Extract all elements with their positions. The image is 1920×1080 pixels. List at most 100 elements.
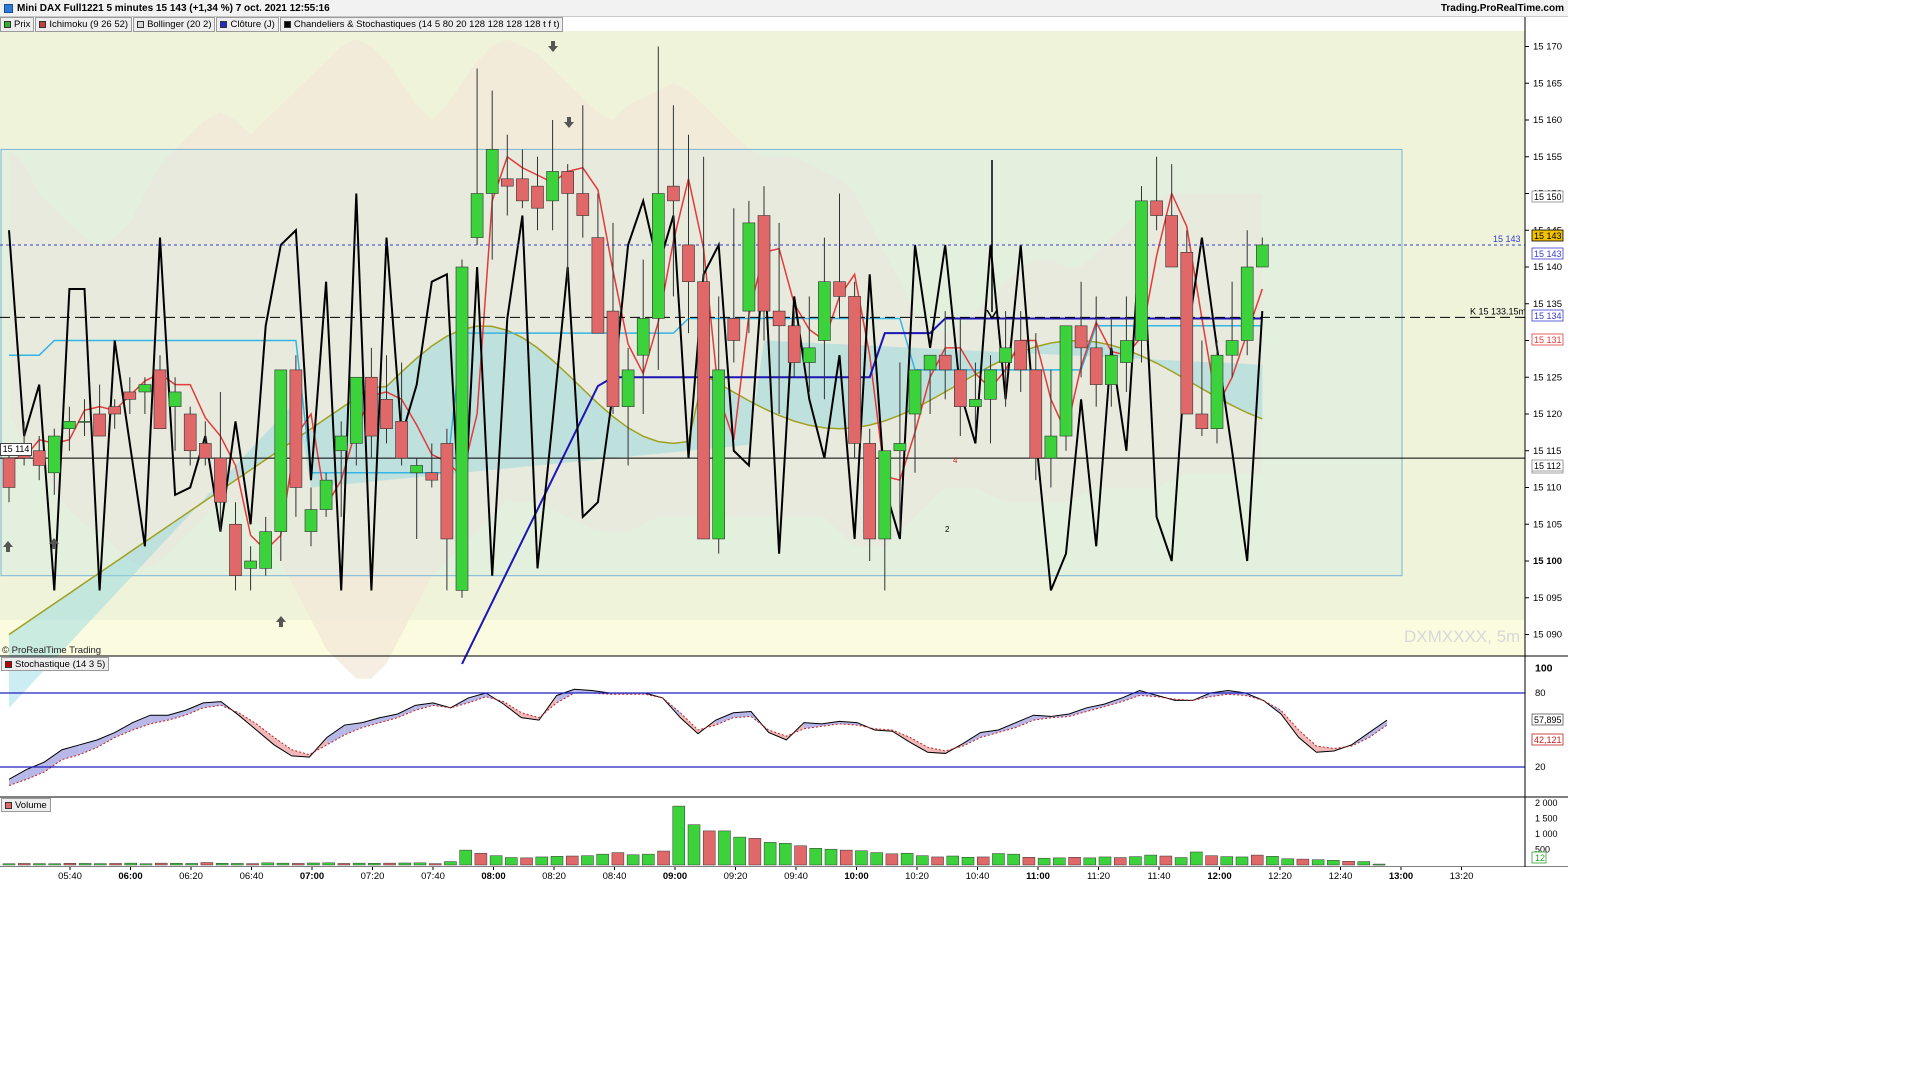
volume-bar <box>474 852 488 866</box>
candle-body <box>591 237 605 334</box>
y-tick-label: 15 090 <box>1533 630 1562 641</box>
stochastic-y-tick-label: 80 <box>1535 688 1546 699</box>
candles-swatch-icon <box>283 21 291 28</box>
candle-body <box>1105 354 1118 385</box>
candle-body <box>606 310 620 407</box>
legend-item-ichimoku[interactable]: Ichimoku (9 26 52) <box>35 17 133 32</box>
volume-bar <box>307 862 320 866</box>
candle-body <box>244 560 257 569</box>
candle-body <box>1225 340 1239 356</box>
candle-body <box>1210 354 1224 430</box>
candle-body <box>576 193 590 216</box>
candle-body <box>969 398 982 407</box>
y-tick-label: 15 110 <box>1533 483 1561 494</box>
x-tick-label: 13:00 <box>1389 871 1413 882</box>
volume-bar <box>154 862 168 866</box>
chart-canvas[interactable]: 15 143 K 15 133.15m 4 2 15 170 15 165 15 160 15… <box>0 0 1568 882</box>
legend-item-price[interactable]: Prix <box>0 17 35 32</box>
x-tick-label: 09:40 <box>784 871 808 882</box>
y-tick-label: 15 120 <box>1533 409 1562 420</box>
candle-body <box>848 296 861 444</box>
candle-body <box>1150 200 1163 216</box>
volume-bar <box>322 862 335 866</box>
instrument-title: Mini DAX Full1221 5 minutes 15 143 (+1,3… <box>17 3 330 14</box>
volume-bar <box>398 862 412 866</box>
candle-body <box>1195 413 1209 429</box>
candle-body <box>229 523 242 577</box>
volume-bar <box>1129 856 1142 866</box>
volume-bar <box>565 855 579 866</box>
candle-body <box>984 369 997 400</box>
volume-bar <box>1266 856 1279 866</box>
volume-bar <box>642 853 655 866</box>
chart-title: Mini DAX Full1221 5 minutes 15 143 (+1,3… <box>4 3 330 14</box>
volume-y-tick-label: 2 000 <box>1535 798 1558 808</box>
candle-body <box>818 281 831 341</box>
candle-body <box>1029 369 1043 459</box>
main-pane-lower-band <box>0 619 1525 656</box>
stochastic-pane-label[interactable]: Stochastique (14 3 5) <box>1 657 110 671</box>
candle-body <box>199 443 212 459</box>
volume-bar <box>976 856 990 866</box>
volume-bar <box>626 854 640 866</box>
candle-body <box>365 376 378 437</box>
candle-body <box>470 193 484 238</box>
candle-body <box>168 391 182 407</box>
candle-body <box>1089 347 1103 385</box>
x-tick-label: 07:40 <box>421 871 445 882</box>
legend-item-candles-stochastics[interactable]: Chandeliers & Stochastiques (14 5 80 20 … <box>279 17 564 32</box>
volume-bar <box>733 836 746 866</box>
candle-body <box>47 435 61 474</box>
volume-bar <box>1220 856 1234 866</box>
y-tick-label: 15 155 <box>1533 152 1562 163</box>
candle-body <box>485 149 499 194</box>
volume-bar <box>489 855 503 866</box>
price-cursor-box: 15 114 <box>0 443 32 456</box>
volume-bar <box>124 862 138 866</box>
y-tick-label: 15 170 <box>1533 42 1562 53</box>
volume-bar <box>702 830 716 866</box>
volume-bar <box>1007 853 1020 866</box>
volume-bar <box>139 863 153 866</box>
price-swatch-icon <box>4 21 11 28</box>
volume-bar <box>1144 854 1157 866</box>
volume-bar <box>779 843 792 866</box>
volume-bar <box>48 863 61 866</box>
candle-body <box>2 457 16 488</box>
volume-bar <box>352 862 366 866</box>
x-tick-label: 10:00 <box>844 871 868 882</box>
x-tick-label: 07:00 <box>300 871 324 882</box>
volume-bar <box>231 863 244 866</box>
price-marker-label: 15 131 <box>1534 335 1562 345</box>
candle-body <box>380 398 393 429</box>
candle-body <box>1165 215 1178 268</box>
volume-bar <box>885 853 899 866</box>
volume-bar <box>200 862 214 866</box>
volume-bar <box>291 863 305 866</box>
x-tick-label: 08:40 <box>603 871 627 882</box>
candle-body <box>214 457 227 503</box>
annotation-label-4: 4 <box>953 456 958 465</box>
candle-body <box>667 185 680 202</box>
volume-bar <box>1357 861 1371 866</box>
stochastic-k-value: 57,895 <box>1534 715 1562 725</box>
price-marker-label: 15 134 <box>1534 311 1562 321</box>
volume-bar <box>748 838 762 866</box>
candle-body <box>893 443 907 452</box>
legend-item-close[interactable]: Clôture (J) <box>216 17 279 32</box>
title-bar: Mini DAX Full1221 5 minutes 15 143 (+1,3… <box>0 0 1568 17</box>
candle-body <box>531 185 544 209</box>
candle-body <box>123 391 137 400</box>
ichimoku-swatch-icon <box>39 21 47 28</box>
legend-item-bollinger[interactable]: Bollinger (20 2) <box>133 17 216 32</box>
candle-body <box>546 171 559 202</box>
volume-bar <box>337 863 351 866</box>
candle-body <box>138 384 152 393</box>
x-tick-label: 11:20 <box>1087 871 1110 882</box>
candle-body <box>757 215 771 312</box>
volume-bar <box>246 863 259 866</box>
candle-body <box>93 413 106 437</box>
volume-pane-label[interactable]: Volume <box>1 798 51 812</box>
brand-name: Trading.ProRealTime.com <box>1440 3 1564 14</box>
volume-y-tick-label: 1 000 <box>1535 829 1558 839</box>
